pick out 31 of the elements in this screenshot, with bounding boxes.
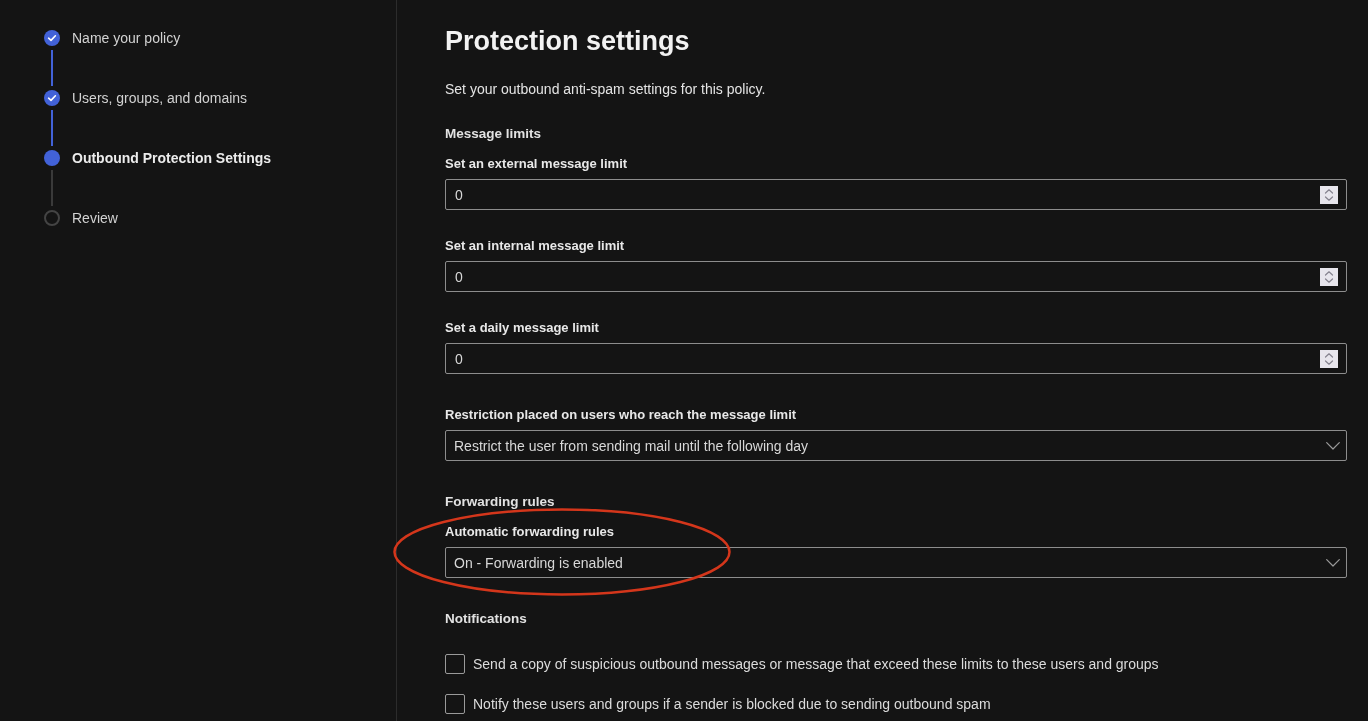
step-label: Review	[72, 209, 118, 228]
checkbox-label: Notify these users and groups if a sender is blocked due to sending outbound spam	[473, 695, 991, 714]
section-heading: Notifications	[445, 610, 528, 628]
section-heading: Message limits	[445, 125, 543, 143]
checkbox[interactable]	[445, 694, 465, 714]
field-label: Set an internal message limit	[445, 237, 625, 255]
checkbox[interactable]	[445, 654, 465, 674]
checkbox-label: Send a copy of suspicious outbound messages or message that exceed these limits to these users and groups	[473, 655, 1159, 674]
dropdown[interactable]: Restrict the user from sending mail until the following day	[445, 430, 1347, 461]
step-connector	[51, 170, 53, 206]
number-input[interactable]: 0	[445, 261, 1347, 292]
number-input[interactable]: 0	[445, 343, 1347, 374]
step-label: Name your policy	[72, 29, 181, 48]
step-label: Outbound Protection Settings	[72, 149, 272, 168]
number-input[interactable]: 0	[445, 179, 1347, 210]
section-heading: Forwarding rules	[445, 493, 556, 511]
step-connector	[51, 50, 53, 86]
up-down-arrows-icon[interactable]	[1320, 185, 1338, 204]
field-label: Restriction placed on users who reach the message limit	[445, 406, 797, 424]
step-label: Users, groups, and domains	[72, 89, 248, 108]
field-label: Set an external message limit	[445, 155, 628, 173]
page-description: Set your outbound anti-spam settings for this policy.	[445, 80, 767, 99]
step-connector	[51, 110, 53, 146]
up-down-arrows-icon[interactable]	[1320, 349, 1338, 368]
chevron-down-icon	[1326, 441, 1340, 450]
up-down-arrows-icon[interactable]	[1320, 267, 1338, 286]
dropdown[interactable]: On - Forwarding is enabled	[445, 547, 1347, 578]
field-label: Automatic forwarding rules	[445, 523, 615, 541]
chevron-down-icon	[1326, 558, 1340, 567]
field-label: Set a daily message limit	[445, 319, 599, 337]
page-title: Protection settings	[445, 25, 691, 58]
